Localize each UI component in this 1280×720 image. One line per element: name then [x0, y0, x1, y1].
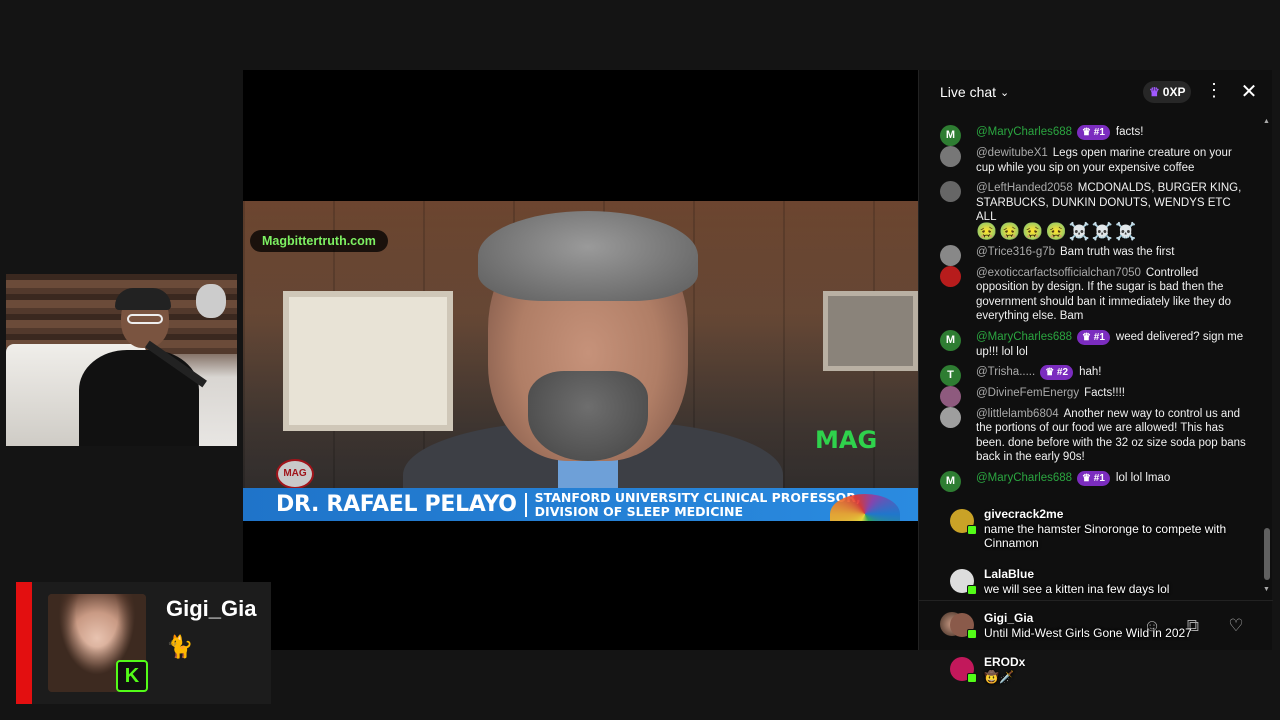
chat-author-avatar[interactable] — [940, 146, 961, 167]
scroll-up-arrow-icon[interactable]: ▲ — [1263, 118, 1270, 125]
overlay-message-text: 🤠🗡️ — [984, 670, 1014, 684]
chat-title: Live chat — [940, 84, 997, 100]
rank-badge: ♛ #1 — [1077, 329, 1110, 345]
cat-emote-icon: 🐈 — [166, 634, 194, 659]
kick-badge-icon — [967, 673, 977, 683]
mag-logo: MAG — [815, 426, 878, 454]
video-player[interactable]: Magbittertruth.com MAG MAG DR. RAFAEL PE… — [243, 70, 918, 650]
rank-badge: ♛ #1 — [1077, 125, 1110, 140]
chat-author-avatar[interactable] — [940, 265, 961, 287]
kick-logo-icon: K — [116, 660, 148, 692]
chat-author-name[interactable]: @LeftHanded2058 — [976, 182, 1073, 194]
webcam-skull-decor — [196, 284, 226, 318]
overlay-avatar — [950, 613, 977, 639]
xp-badge[interactable]: ♛ 0XP — [1143, 81, 1192, 103]
site-watermark: Magbittertruth.com — [250, 230, 388, 252]
chat-message[interactable]: M @MaryCharles688 ♛ #1 facts! — [919, 122, 1259, 146]
lower-third: DR. RAFAEL PELAYO STANFORD UNIVERSITY CL… — [243, 488, 918, 521]
chat-message[interactable]: @DivineFemEnergy Facts!!!! — [919, 383, 1259, 407]
rank-badge: ♛ #1 — [1077, 470, 1110, 486]
lower-third-name: DR. RAFAEL PELAYO — [276, 492, 517, 517]
overlay-username: ERODx — [984, 655, 1026, 669]
chat-emoji-row: 🤢🤢🤢🤢☠️☠️☠️ — [976, 221, 1139, 241]
overlay-avatar — [950, 509, 977, 535]
chat-author-name[interactable]: @exoticcarfactsofficialchan7050 — [976, 267, 1141, 279]
streamer-name: Gigi_Gia — [166, 596, 257, 621]
stream-layout: Magbittertruth.com MAG MAG DR. RAFAEL PE… — [0, 0, 1280, 720]
webcam-streamer — [79, 288, 207, 446]
chat-message-text: facts! — [1115, 126, 1144, 138]
wall-picture — [283, 291, 453, 431]
kick-badge-icon — [967, 525, 977, 535]
chat-message[interactable]: @dewitubeX1 Legs open marine creature on … — [919, 143, 1259, 178]
chat-message[interactable]: @exoticcarfactsofficialchan7050 Controlle… — [919, 263, 1259, 327]
streamer-card-accent-bar — [16, 582, 32, 704]
crown-icon: ♛ — [1149, 85, 1160, 99]
webcam-cap — [115, 288, 171, 310]
webcam-glasses — [127, 314, 163, 324]
streamer-card: K Gigi_Gia 🐈 — [16, 582, 271, 704]
chat-author-avatar[interactable]: M — [940, 470, 961, 492]
more-vert-icon[interactable]: ⋮ — [1204, 80, 1224, 104]
chat-author-name[interactable]: @MaryCharles688 — [976, 331, 1072, 343]
chat-author-avatar[interactable] — [940, 181, 961, 202]
overlay-message-text: we will see a kitten ina few days lol — [984, 582, 1170, 596]
overlay-chat: givecrack2me name the hamster Sinoronge t… — [950, 505, 1270, 720]
chat-author-name[interactable]: @Trisha..... — [976, 366, 1035, 378]
chat-mode-dropdown[interactable]: Live chat ⌄ — [940, 84, 1009, 100]
chat-message-text: Facts!!!! — [1084, 387, 1125, 399]
close-icon[interactable]: ✕ — [1238, 79, 1260, 103]
speaker-beard — [528, 371, 648, 461]
xp-label: 0XP — [1162, 85, 1186, 99]
overlay-message-text: Until Mid-West Girls Gone Wild in 2027 — [984, 626, 1192, 640]
lower-third-title-line2: DIVISION OF SLEEP MEDICINE — [534, 503, 744, 519]
wall-picture-right — [823, 291, 918, 371]
chevron-down-icon: ⌄ — [1000, 86, 1010, 99]
chat-message[interactable]: @Trice316-g7b Bam truth was the first — [919, 242, 1259, 266]
chat-header: Live chat ⌄ ♛ 0XP ⋮ ✕ — [919, 70, 1273, 114]
streamer-webcam — [6, 274, 237, 446]
chat-author-name[interactable]: @MaryCharles688 — [976, 126, 1072, 138]
chat-message[interactable]: M @MaryCharles688 ♛ #1 lol lol lmao — [919, 468, 1259, 492]
chat-message-text: lol lol lmao — [1115, 471, 1171, 484]
chat-message-text: hah! — [1079, 366, 1102, 378]
overlay-username: givecrack2me — [984, 507, 1064, 521]
lower-third-title-line1: STANFORD UNIVERSITY CLINICAL PROFESSOR, — [534, 489, 861, 505]
chat-message[interactable]: M @MaryCharles688 ♛ #1 weed delivered? sign… — [919, 327, 1259, 363]
chat-message-text: Bam truth was the first — [1060, 246, 1175, 258]
overlay-message-text: name the hamster Sinoronge to compete wi… — [984, 522, 1227, 550]
overlay-username: Gigi_Gia — [984, 611, 1034, 625]
chat-message[interactable]: @littlelamb6804 Another new way to contro… — [919, 404, 1259, 468]
kick-badge-icon — [967, 585, 977, 595]
chat-author-avatar[interactable] — [940, 406, 961, 428]
lower-third-title: STANFORD UNIVERSITY CLINICAL PROFESSOR, … — [534, 489, 861, 519]
speaker-hair — [478, 211, 698, 301]
chat-author-avatar[interactable]: M — [940, 329, 961, 351]
kick-badge-icon — [967, 629, 977, 639]
overlay-avatar — [950, 657, 977, 683]
overlay-avatar — [950, 569, 977, 595]
video-frame: Magbittertruth.com MAG MAG DR. RAFAEL PE… — [243, 201, 918, 521]
chat-message[interactable]: @LeftHanded2058 MCDONALDS, BURGER KING, S… — [919, 178, 1259, 242]
overlay-username: LalaBlue — [984, 567, 1035, 581]
mag-badge: MAG — [276, 459, 314, 489]
chat-author-name[interactable]: @littlelamb6804 — [976, 408, 1059, 420]
rank-badge: ♛ #2 — [1040, 365, 1074, 380]
chat-author-name[interactable]: @dewitubeX1 — [976, 147, 1048, 159]
chat-author-name[interactable]: @DivineFemEnergy — [976, 387, 1079, 399]
chat-author-name[interactable]: @MaryCharles688 — [976, 472, 1072, 484]
lower-third-divider — [524, 492, 527, 517]
chat-message[interactable]: T @Trisha..... ♛ #2 hah! — [919, 362, 1259, 386]
chat-author-name[interactable]: @Trice316-g7b — [976, 246, 1055, 258]
